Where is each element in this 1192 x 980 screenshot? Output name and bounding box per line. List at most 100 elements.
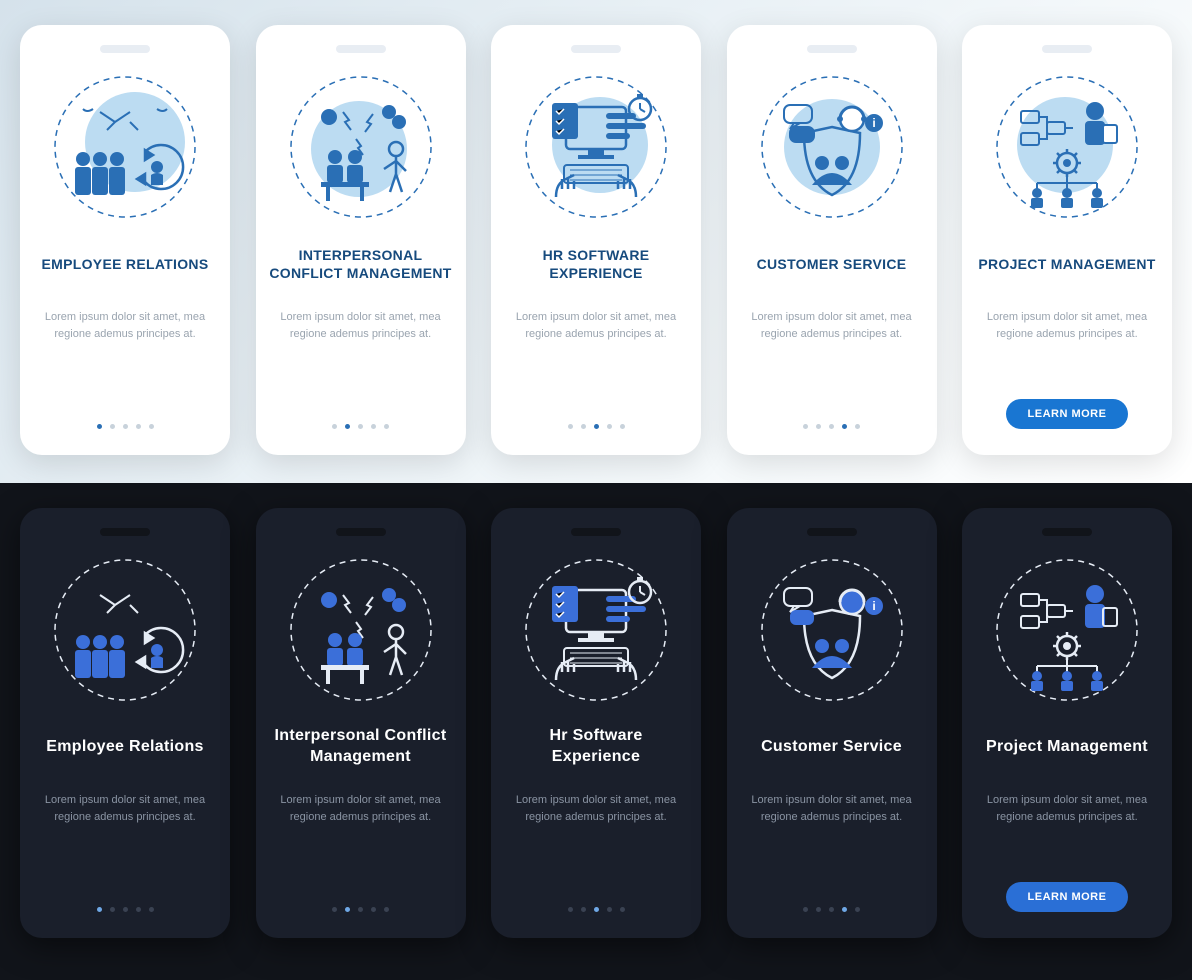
dot[interactable]: [332, 907, 337, 912]
card-title: HR SOFTWARE EXPERIENCE: [503, 237, 689, 291]
pagination-dots[interactable]: [568, 424, 625, 429]
dot[interactable]: [816, 424, 821, 429]
dot[interactable]: [568, 424, 573, 429]
onboarding-dark-row: Employee Relations Lorem ipsum dolor sit…: [0, 483, 1192, 980]
dot[interactable]: [371, 907, 376, 912]
card-title: Project Management: [986, 720, 1148, 774]
dot[interactable]: [123, 424, 128, 429]
dot[interactable]: [581, 424, 586, 429]
dot[interactable]: [829, 907, 834, 912]
card-body: Lorem ipsum dolor sit amet, mea regione …: [32, 792, 218, 825]
dot[interactable]: [594, 907, 599, 912]
dot[interactable]: [581, 907, 586, 912]
dot[interactable]: [803, 424, 808, 429]
dot[interactable]: [816, 907, 821, 912]
onboarding-card-customer-service-dark[interactable]: i Customer Service Lorem ipsum dolor sit…: [727, 508, 937, 938]
phone-notch: [1042, 528, 1092, 536]
pagination-dots[interactable]: [803, 424, 860, 429]
card-body: Lorem ipsum dolor sit amet, mea regione …: [739, 792, 925, 825]
dot[interactable]: [842, 424, 847, 429]
phone-notch: [336, 528, 386, 536]
dot[interactable]: [568, 907, 573, 912]
pagination-dots[interactable]: [332, 424, 389, 429]
dot[interactable]: [607, 424, 612, 429]
project-management-icon: [987, 550, 1147, 710]
card-body: Lorem ipsum dolor sit amet, mea regione …: [503, 792, 689, 825]
dot[interactable]: [829, 424, 834, 429]
dot[interactable]: [332, 424, 337, 429]
onboarding-card-hr-software[interactable]: HR SOFTWARE EXPERIENCE Lorem ipsum dolor…: [491, 25, 701, 455]
phone-notch: [100, 528, 150, 536]
dot[interactable]: [123, 907, 128, 912]
phone-notch: [571, 45, 621, 53]
onboarding-card-project-management[interactable]: PROJECT MANAGEMENT Lorem ipsum dolor sit…: [962, 25, 1172, 455]
card-body: Lorem ipsum dolor sit amet, mea regione …: [268, 792, 454, 825]
pagination-dots[interactable]: [568, 907, 625, 912]
employee-relations-icon: [45, 550, 205, 710]
customer-service-icon: i: [752, 67, 912, 227]
conflict-icon: [281, 550, 441, 710]
dot[interactable]: [149, 907, 154, 912]
dot[interactable]: [136, 907, 141, 912]
onboarding-card-employee-relations[interactable]: EMPLOYEE RELATIONS Lorem ipsum dolor sit…: [20, 25, 230, 455]
phone-notch: [807, 45, 857, 53]
project-management-icon: [987, 67, 1147, 227]
dot[interactable]: [855, 424, 860, 429]
dot[interactable]: [384, 907, 389, 912]
card-body: Lorem ipsum dolor sit amet, mea regione …: [268, 309, 454, 342]
dot[interactable]: [97, 907, 102, 912]
dot[interactable]: [110, 424, 115, 429]
dot[interactable]: [607, 907, 612, 912]
dot[interactable]: [358, 907, 363, 912]
customer-service-icon: i: [752, 550, 912, 710]
onboarding-card-conflict-dark[interactable]: Interpersonal Conflict Management Lorem …: [256, 508, 466, 938]
onboarding-light-row: EMPLOYEE RELATIONS Lorem ipsum dolor sit…: [0, 0, 1192, 483]
card-body: Lorem ipsum dolor sit amet, mea regione …: [974, 792, 1160, 825]
onboarding-card-project-management-dark[interactable]: Project Management Lorem ipsum dolor sit…: [962, 508, 1172, 938]
card-title: Employee Relations: [46, 720, 203, 774]
phone-notch: [807, 528, 857, 536]
conflict-icon: [281, 67, 441, 227]
card-body: Lorem ipsum dolor sit amet, mea regione …: [974, 309, 1160, 342]
dot[interactable]: [620, 424, 625, 429]
pagination-dots[interactable]: [332, 907, 389, 912]
dot[interactable]: [594, 424, 599, 429]
pagination-dots[interactable]: [803, 907, 860, 912]
onboarding-card-hr-software-dark[interactable]: Hr Software Experience Lorem ipsum dolor…: [491, 508, 701, 938]
pagination-dots[interactable]: [97, 907, 154, 912]
onboarding-card-employee-relations-dark[interactable]: Employee Relations Lorem ipsum dolor sit…: [20, 508, 230, 938]
svg-text:i: i: [872, 599, 875, 613]
dot[interactable]: [803, 907, 808, 912]
dot[interactable]: [371, 424, 376, 429]
dot[interactable]: [136, 424, 141, 429]
dot[interactable]: [620, 907, 625, 912]
hr-software-icon: [516, 550, 676, 710]
card-title: INTERPERSONAL CONFLICT MANAGEMENT: [268, 237, 454, 291]
card-title: Hr Software Experience: [503, 720, 689, 774]
card-body: Lorem ipsum dolor sit amet, mea regione …: [32, 309, 218, 342]
card-title: EMPLOYEE RELATIONS: [42, 237, 209, 291]
dot[interactable]: [384, 424, 389, 429]
svg-text:i: i: [872, 116, 875, 130]
phone-notch: [571, 528, 621, 536]
learn-more-button[interactable]: LEARN MORE: [1006, 399, 1129, 429]
phone-notch: [1042, 45, 1092, 53]
onboarding-card-customer-service[interactable]: i CUSTOMER SERVICE Lorem ipsum dolor sit…: [727, 25, 937, 455]
card-title: PROJECT MANAGEMENT: [978, 237, 1155, 291]
phone-notch: [336, 45, 386, 53]
dot[interactable]: [345, 424, 350, 429]
dot[interactable]: [842, 907, 847, 912]
dot[interactable]: [345, 907, 350, 912]
onboarding-card-conflict[interactable]: INTERPERSONAL CONFLICT MANAGEMENT Lorem …: [256, 25, 466, 455]
card-body: Lorem ipsum dolor sit amet, mea regione …: [503, 309, 689, 342]
learn-more-button[interactable]: LEARN MORE: [1006, 882, 1129, 912]
dot[interactable]: [149, 424, 154, 429]
dot[interactable]: [855, 907, 860, 912]
employee-relations-icon: [45, 67, 205, 227]
card-body: Lorem ipsum dolor sit amet, mea regione …: [739, 309, 925, 342]
dot[interactable]: [97, 424, 102, 429]
dot[interactable]: [358, 424, 363, 429]
card-title: Interpersonal Conflict Management: [268, 720, 454, 774]
dot[interactable]: [110, 907, 115, 912]
pagination-dots[interactable]: [97, 424, 154, 429]
